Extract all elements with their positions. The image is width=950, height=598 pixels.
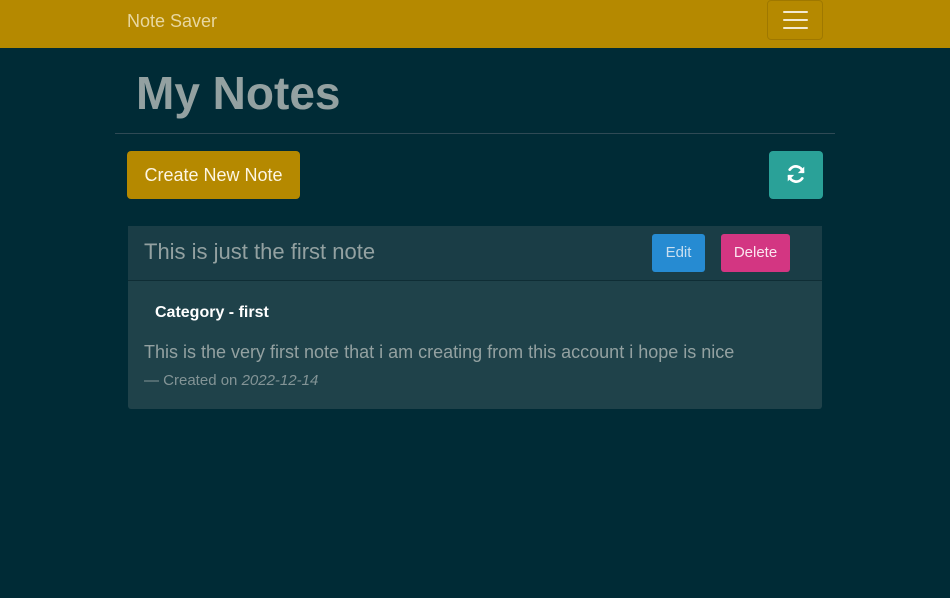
navbar: Note Saver [0,0,950,48]
hamburger-menu-icon [782,27,808,29]
hamburger-menu-icon [782,11,808,13]
note-title: This is just the first note [144,239,376,264]
note-category: Category - first [155,304,269,321]
note-created-meta: — Created on 2022-12-14 [144,371,318,391]
edit-note-button[interactable]: Edit [652,234,705,272]
hamburger-menu-icon [782,19,808,21]
refresh-icon [785,163,807,188]
note-body: This is the very first note that i am cr… [144,342,735,362]
note-card: This is just the first note Edit Delete … [128,226,822,409]
create-new-note-button[interactable]: Create New Note [127,151,300,199]
title-divider [115,133,835,134]
delete-note-button[interactable]: Delete [721,234,790,272]
refresh-button[interactable] [769,151,823,199]
created-prefix: — Created on [144,372,238,389]
page-title: My Notes [136,67,341,119]
navbar-toggle-button[interactable] [767,0,823,40]
note-card-header: This is just the first note Edit Delete [128,226,822,281]
navbar-brand[interactable]: Note Saver [127,10,217,32]
created-date: 2022-12-14 [241,372,319,389]
